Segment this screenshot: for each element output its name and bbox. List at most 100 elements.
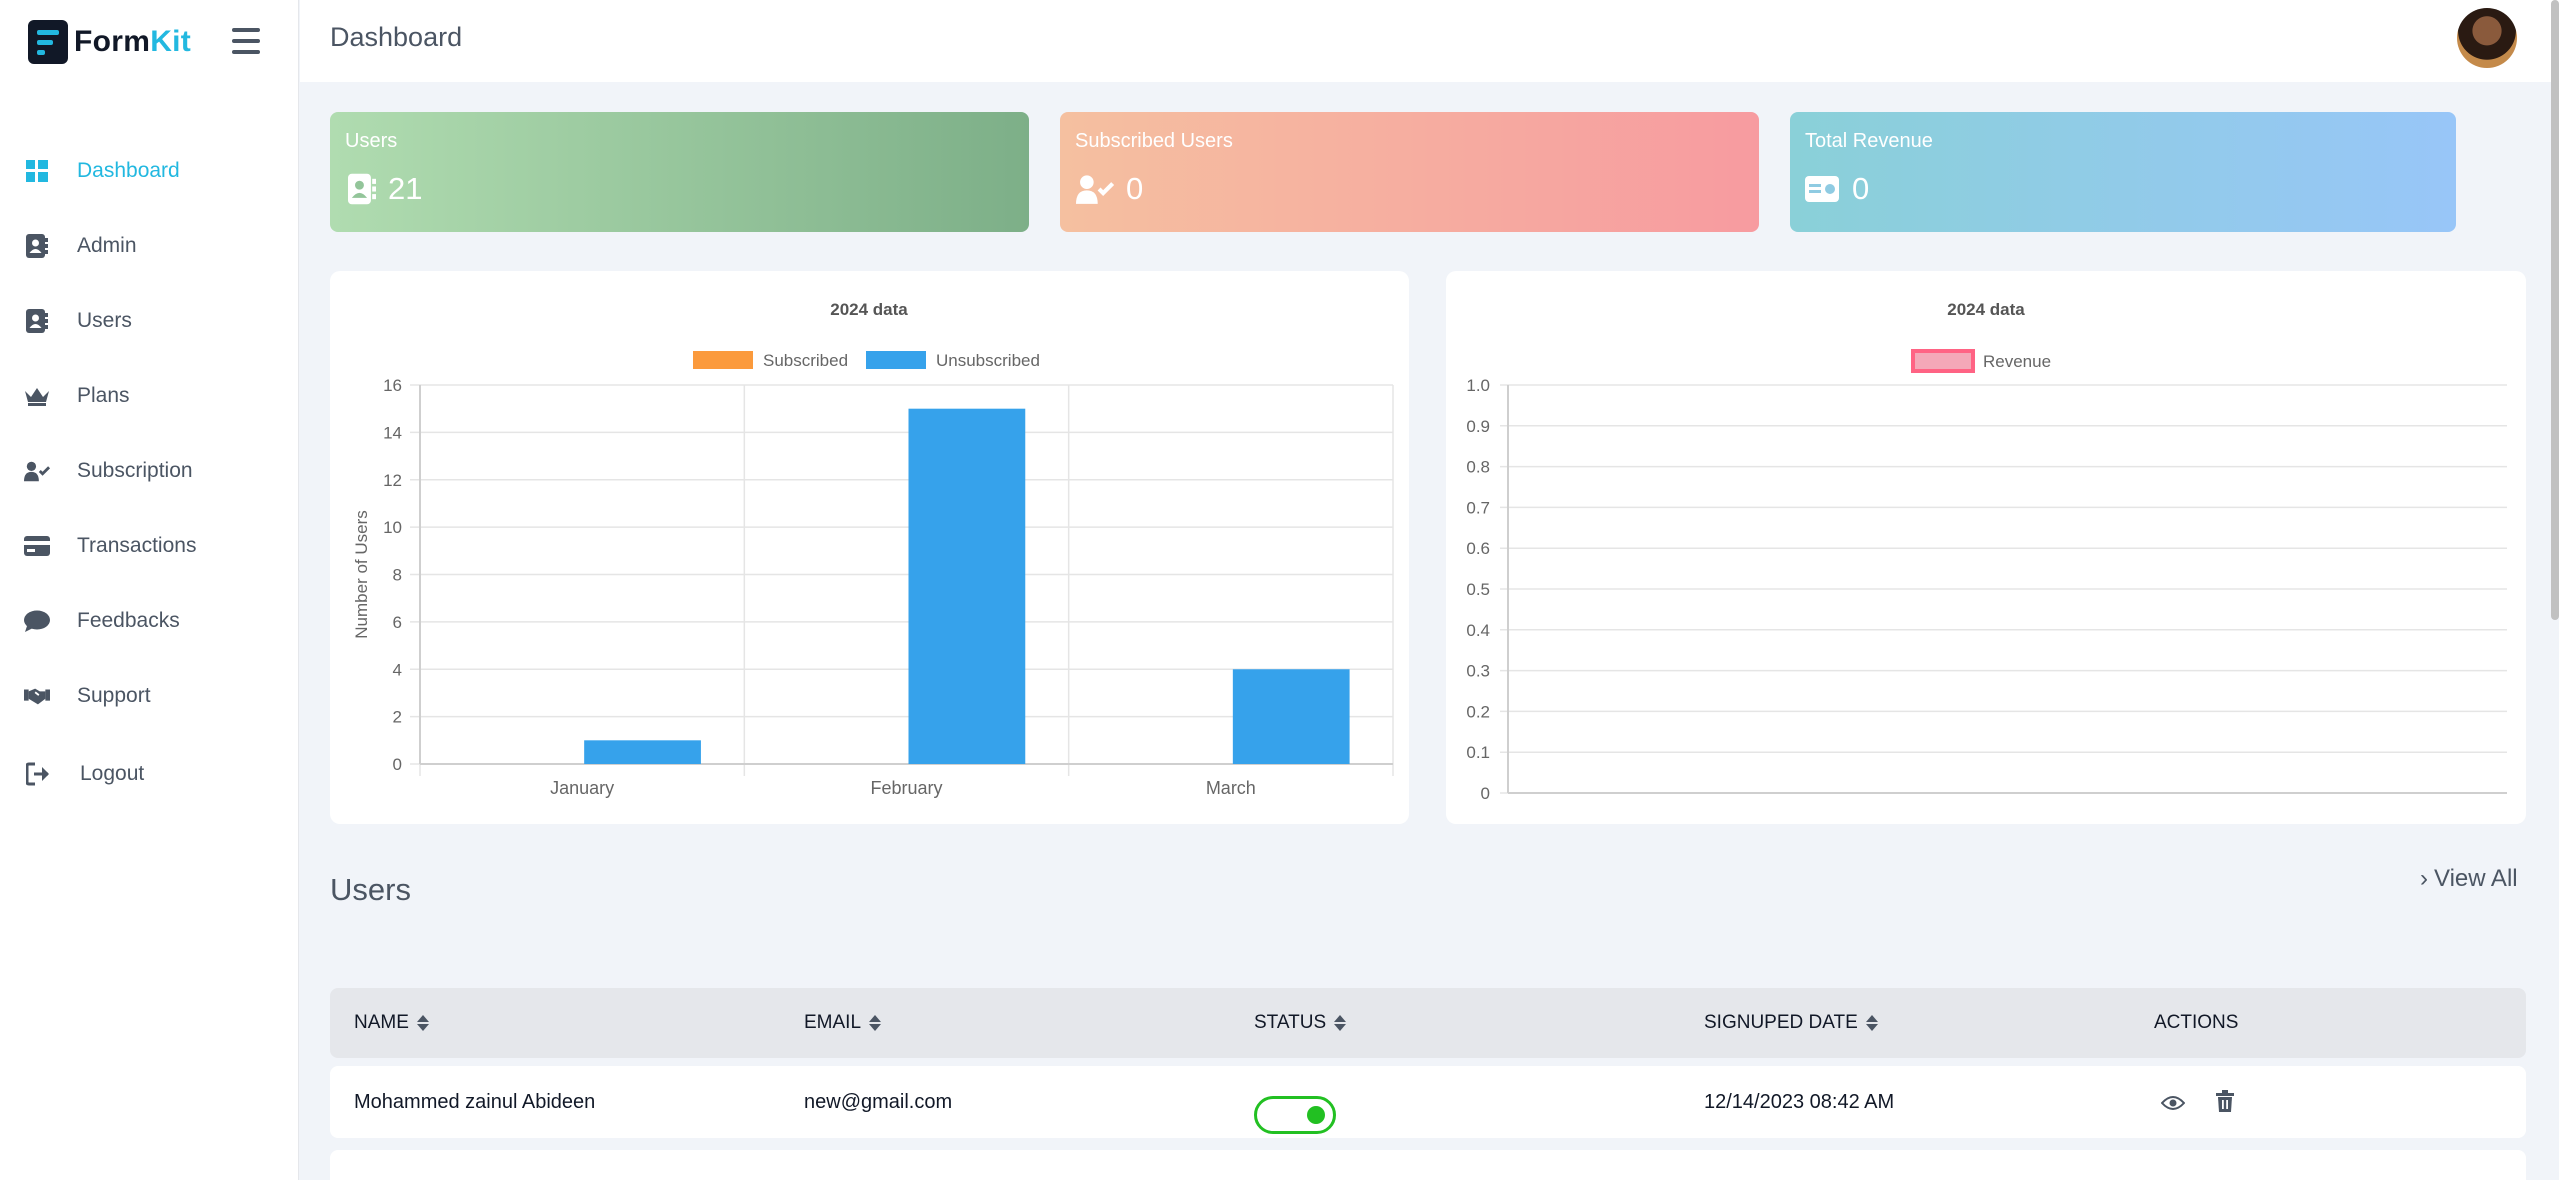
column-header-name[interactable]: NAME <box>354 1012 429 1034</box>
chart-title: 2024 data <box>830 300 908 319</box>
sidebar-item-label: Users <box>77 309 132 332</box>
y-axis-label: Number of Users <box>352 510 371 638</box>
column-header-signup-date[interactable]: SIGNUPED DATE <box>1704 1012 1878 1034</box>
y-tick-label: 0.6 <box>1466 539 1490 558</box>
column-label: STATUS <box>1254 1012 1327 1033</box>
money-card-icon <box>1805 172 1839 206</box>
y-tick-label: 0.4 <box>1466 621 1490 640</box>
stat-value: 0 <box>1126 171 1144 206</box>
formkit-logo-icon <box>28 20 68 64</box>
revenue-chart-panel: 2024 data Revenue 0 0.1 0.2 0.3 0.4 0.5 0.6 0.7 0.… <box>1446 271 2526 824</box>
y-tick-label: 2 <box>393 708 402 727</box>
sidebar-item-users[interactable]: Users <box>0 296 299 346</box>
sidebar-item-label: Support <box>77 684 151 707</box>
stat-card-subscribed-users: Subscribed Users 0 <box>1060 112 1759 232</box>
y-tick-label: 0.1 <box>1466 743 1490 762</box>
y-tick-label: 0.3 <box>1466 662 1490 681</box>
logo[interactable]: FormKit <box>28 20 191 64</box>
page-title: Dashboard <box>330 22 463 52</box>
user-name: Mohammed zainul Abideen <box>354 1091 596 1113</box>
sidebar-item-logout[interactable]: Logout <box>0 749 299 799</box>
sidebar-item-label: Plans <box>77 384 130 407</box>
view-all-label: View All <box>2434 865 2518 892</box>
legend-label: Unsubscribed <box>936 351 1040 370</box>
users-chart-panel: 2024 data Subscribed Unsubscribed 0 2 4 6 8 10 12… <box>330 271 1409 824</box>
comment-icon <box>24 608 50 634</box>
x-tick-label: February <box>870 778 942 798</box>
sort-icon <box>869 1015 882 1031</box>
crown-icon <box>24 383 50 409</box>
sidebar-item-feedbacks[interactable]: Feedbacks <box>0 596 299 646</box>
sidebar-item-plans[interactable]: Plans <box>0 371 299 421</box>
y-tick-label: 16 <box>383 376 402 395</box>
sort-icon <box>416 1015 429 1031</box>
column-label: SIGNUPED DATE <box>1704 1012 1858 1033</box>
menu-toggle-icon[interactable] <box>232 28 260 54</box>
y-tick-label: 0.2 <box>1466 702 1490 721</box>
bar <box>1232 669 1350 764</box>
column-label: NAME <box>354 1012 409 1033</box>
sidebar-item-admin[interactable]: Admin <box>0 221 299 271</box>
sidebar-item-label: Logout <box>80 762 145 785</box>
credit-card-icon <box>24 533 50 559</box>
legend-label: Subscribed <box>763 351 848 370</box>
legend-swatch <box>693 351 753 369</box>
y-tick-label: 8 <box>393 566 402 585</box>
bar <box>908 408 1026 764</box>
x-tick-label: March <box>1206 778 1256 798</box>
users-section-title: Users <box>330 872 411 907</box>
revenue-line-chart: 2024 data Revenue 0 0.1 0.2 0.3 0.4 0.5 0.6 0.7 0.… <box>1466 300 2507 803</box>
y-tick-label: 0 <box>393 755 402 774</box>
avatar[interactable] <box>2457 8 2517 68</box>
y-tick-label: 0 <box>1481 784 1490 803</box>
stat-value: 21 <box>388 171 423 206</box>
y-tick-label: 0.7 <box>1466 498 1490 517</box>
logout-icon <box>26 761 52 787</box>
sidebar: FormKit Dashboard Admin Users Plans Subs… <box>0 0 299 1180</box>
sidebar-item-support[interactable]: Support <box>0 671 299 721</box>
delete-trash-icon[interactable] <box>2212 1088 2238 1114</box>
stat-label: Subscribed Users <box>1075 130 1233 152</box>
y-tick-label: 6 <box>393 613 402 632</box>
stat-label: Users <box>345 130 398 152</box>
chart-title: 2024 data <box>1947 300 2025 319</box>
bar <box>584 740 701 764</box>
view-all-link[interactable]: › View All <box>2420 865 2518 893</box>
chevron-right-icon: › <box>2420 865 2428 892</box>
y-tick-label: 0.5 <box>1466 580 1490 599</box>
sidebar-item-label: Transactions <box>77 534 197 557</box>
column-header-status[interactable]: STATUS <box>1254 1012 1347 1034</box>
sidebar-item-dashboard[interactable]: Dashboard <box>0 146 299 196</box>
stat-label: Total Revenue <box>1805 130 1933 152</box>
column-label: ACTIONS <box>2154 1012 2239 1033</box>
user-check-icon <box>24 458 50 484</box>
column-header-actions: ACTIONS <box>2154 1012 2238 1034</box>
user-email: new@gmail.com <box>804 1091 953 1113</box>
y-tick-label: 14 <box>383 423 402 442</box>
y-tick-label: 4 <box>393 660 402 679</box>
sidebar-item-subscription[interactable]: Subscription <box>0 446 299 496</box>
top-header: Dashboard <box>300 0 2559 82</box>
y-tick-label: 10 <box>383 518 402 537</box>
address-book-icon <box>24 308 50 334</box>
status-toggle[interactable] <box>1254 1096 1336 1134</box>
view-eye-icon[interactable] <box>2160 1090 2186 1116</box>
y-tick-label: 1.0 <box>1466 376 1490 395</box>
legend-swatch <box>1911 349 1975 373</box>
signup-date: 12/14/2023 08:42 AM <box>1704 1091 1895 1113</box>
users-bar-chart: 2024 data Subscribed Unsubscribed 0 2 4 6 8 10 12… <box>352 300 1394 798</box>
column-header-email[interactable]: EMAIL <box>804 1012 882 1034</box>
table-row <box>330 1150 2526 1180</box>
table-row: Mohammed zainul Abideen new@gmail.com 12… <box>330 1066 2526 1138</box>
column-label: EMAIL <box>804 1012 862 1033</box>
x-tick-label: January <box>550 778 614 798</box>
address-book-icon <box>24 233 50 259</box>
legend-label: Revenue <box>1983 352 2051 371</box>
page-scrollbar[interactable] <box>2551 0 2559 620</box>
sort-icon <box>1334 1015 1347 1031</box>
user-check-icon <box>1075 172 1115 206</box>
sidebar-item-label: Subscription <box>77 459 193 482</box>
legend-swatch <box>866 351 926 369</box>
handshake-icon <box>24 683 50 709</box>
sidebar-item-transactions[interactable]: Transactions <box>0 521 299 571</box>
